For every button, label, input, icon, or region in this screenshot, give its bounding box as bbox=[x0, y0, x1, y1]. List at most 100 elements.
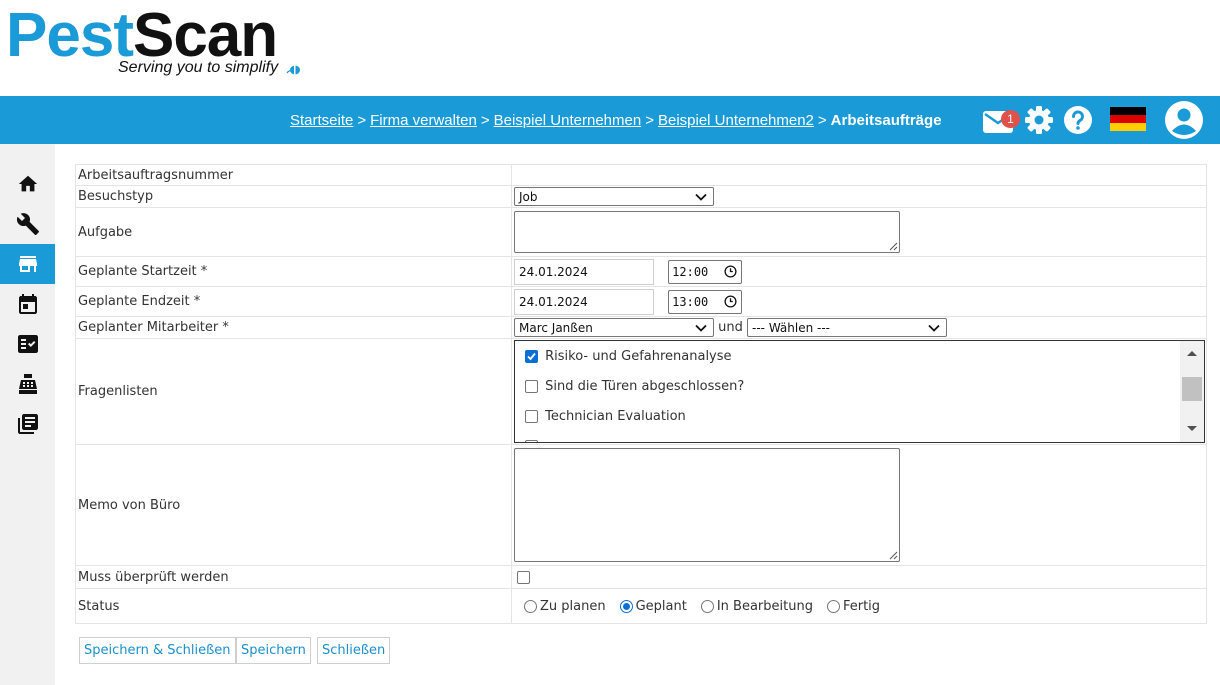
office-memo-textarea[interactable] bbox=[514, 448, 900, 562]
planned-start-label: Geplante Startzeit * bbox=[75, 256, 512, 287]
status-radio[interactable] bbox=[524, 599, 537, 613]
planned-end-time-input[interactable]: 13:00 bbox=[668, 289, 743, 314]
planned-employee-label: Geplanter Mitarbeiter * bbox=[75, 316, 512, 339]
status-option-to-plan[interactable]: Zu planen bbox=[524, 599, 606, 614]
row-status: Status Zu planen Geplant In Bearbeitung … bbox=[75, 588, 1207, 624]
status-option-label: Geplant bbox=[635, 598, 687, 614]
question-list-item[interactable]: Risiko- und Gefahrenanalyse bbox=[525, 349, 732, 364]
scroll-thumb[interactable] bbox=[1182, 377, 1202, 401]
visit-type-label: Besuchstyp bbox=[75, 185, 512, 208]
store-icon bbox=[18, 256, 37, 272]
breadcrumb-separator: > bbox=[817, 112, 827, 129]
home-icon bbox=[18, 175, 37, 192]
wrench-icon bbox=[16, 213, 39, 235]
question-list-checkbox[interactable] bbox=[525, 410, 538, 423]
status-option-label: Zu planen bbox=[540, 598, 606, 614]
scroll-up-arrow-icon[interactable] bbox=[1180, 345, 1204, 361]
question-list-checkbox[interactable] bbox=[525, 350, 538, 363]
status-radio[interactable] bbox=[826, 599, 840, 613]
breadcrumb-separator: > bbox=[480, 112, 490, 129]
breadcrumb-link-company[interactable]: Beispiel Unternehmen bbox=[494, 112, 642, 129]
row-office-memo: Memo von Büro bbox=[75, 444, 1207, 566]
language-button[interactable] bbox=[1110, 107, 1146, 131]
chevron-down-icon bbox=[695, 193, 707, 201]
scroll-down-arrow-icon[interactable] bbox=[1180, 421, 1204, 437]
resize-grip-icon bbox=[889, 242, 898, 251]
task-label: Aufgabe bbox=[75, 207, 512, 257]
visit-type-select[interactable]: Job bbox=[514, 187, 714, 206]
question-list-item[interactable]: Technician Evaluation bbox=[525, 409, 686, 424]
status-option-label: In Bearbeitung bbox=[716, 598, 813, 614]
breadcrumb: Startseite > Firma verwalten > Beispiel Unte… bbox=[290, 112, 942, 129]
breadcrumb-link-manage-company[interactable]: Firma verwalten bbox=[370, 112, 477, 129]
and-label: und bbox=[718, 320, 743, 335]
messages-button[interactable]: 1 bbox=[982, 104, 1022, 136]
status-label: Status bbox=[75, 588, 512, 624]
sidebar-item-checklists[interactable] bbox=[0, 324, 55, 364]
question-list-item[interactable]: Sind die Türen abgeschlossen? bbox=[525, 379, 744, 394]
row-planned-start: Geplante Startzeit * 24.01.2024 12:00 bbox=[75, 256, 1207, 287]
checklist-icon bbox=[17, 335, 38, 353]
status-radio[interactable] bbox=[619, 599, 633, 613]
row-planned-end: Geplante Endzeit * 24.01.2024 13:00 bbox=[75, 286, 1207, 317]
chevron-down-icon bbox=[928, 324, 940, 332]
work-order-number-label: Arbeitsauftragsnummer bbox=[75, 164, 512, 186]
logo-title-part1: Pest bbox=[6, 1, 134, 70]
planned-end-date-input[interactable]: 24.01.2024 bbox=[514, 288, 654, 315]
calendar-icon bbox=[18, 294, 37, 314]
planned-employee-select[interactable]: Marc Janßen bbox=[514, 318, 714, 337]
status-radio[interactable] bbox=[700, 599, 714, 613]
chevron-down-icon bbox=[695, 324, 707, 332]
status-option-planned[interactable]: Geplant bbox=[619, 598, 687, 614]
library-books-icon bbox=[17, 414, 38, 434]
must-be-reviewed-checkbox[interactable] bbox=[517, 570, 530, 584]
question-list-checkbox[interactable] bbox=[525, 380, 538, 393]
question-list-item-partial[interactable] bbox=[525, 439, 541, 442]
task-textarea[interactable] bbox=[514, 211, 900, 253]
planned-start-time-input[interactable]: 12:00 bbox=[668, 259, 743, 284]
sidebar-item-billing[interactable] bbox=[0, 364, 55, 404]
close-button[interactable]: Schließen bbox=[317, 637, 391, 664]
planned-end-time-value: 13:00 bbox=[672, 294, 709, 309]
save-button[interactable]: Speichern bbox=[236, 637, 311, 664]
status-option-in-progress[interactable]: In Bearbeitung bbox=[700, 598, 813, 614]
status-option-done[interactable]: Fertig bbox=[826, 599, 880, 614]
planned-start-date-input[interactable]: 24.01.2024 bbox=[514, 258, 654, 285]
row-task: Aufgabe bbox=[75, 207, 1207, 257]
help-button[interactable] bbox=[1063, 105, 1093, 139]
second-employee-value: --- Wählen --- bbox=[752, 320, 831, 335]
breadcrumb-link-home[interactable]: Startseite bbox=[290, 112, 353, 129]
sidebar bbox=[0, 144, 55, 685]
breadcrumb-current: Arbeitsaufträge bbox=[830, 112, 942, 129]
row-question-lists: Fragenlisten Risiko- und Gefahrenanalyse… bbox=[75, 338, 1207, 445]
save-and-close-button[interactable]: Speichern & Schließen bbox=[79, 637, 236, 664]
row-must-be-reviewed: Muss überprüft werden bbox=[75, 565, 1207, 589]
clock-icon bbox=[724, 265, 737, 278]
pestscan-logo: PestScan Serving you to simplify bbox=[6, 0, 306, 90]
sidebar-item-reports[interactable] bbox=[0, 404, 55, 444]
question-list-item-label: Sind die Türen abgeschlossen? bbox=[545, 379, 745, 394]
planned-start-time-value: 12:00 bbox=[672, 264, 709, 279]
question-lists-box[interactable]: Risiko- und Gefahrenanalyse Sind die Tür… bbox=[514, 340, 1205, 443]
question-circle-icon bbox=[1064, 106, 1092, 134]
check-icon bbox=[527, 352, 536, 361]
logo-tagline: Serving you to simplify bbox=[118, 59, 279, 76]
settings-button[interactable] bbox=[1024, 105, 1054, 139]
resize-grip-icon bbox=[889, 551, 898, 560]
question-list-item-label: Technician Evaluation bbox=[545, 409, 686, 424]
question-lists-scrollbar[interactable] bbox=[1180, 341, 1204, 442]
top-navigation-bar: Startseite > Firma verwalten > Beispiel Unte… bbox=[0, 96, 1220, 144]
second-employee-select[interactable]: --- Wählen --- bbox=[747, 318, 948, 337]
sidebar-item-service[interactable] bbox=[0, 204, 55, 244]
sidebar-item-store[interactable] bbox=[0, 244, 55, 284]
breadcrumb-separator: > bbox=[357, 112, 367, 129]
question-list-checkbox[interactable] bbox=[525, 440, 538, 442]
sidebar-item-home[interactable] bbox=[0, 164, 55, 204]
account-button[interactable] bbox=[1164, 100, 1204, 144]
sidebar-item-calendar[interactable] bbox=[0, 284, 55, 324]
pill-icon bbox=[286, 65, 300, 75]
planned-end-label: Geplante Endzeit * bbox=[75, 286, 512, 317]
cash-register-icon bbox=[18, 374, 37, 394]
must-be-reviewed-label: Muss überprüft werden bbox=[75, 565, 512, 589]
breadcrumb-link-company2[interactable]: Beispiel Unternehmen2 bbox=[658, 112, 814, 129]
